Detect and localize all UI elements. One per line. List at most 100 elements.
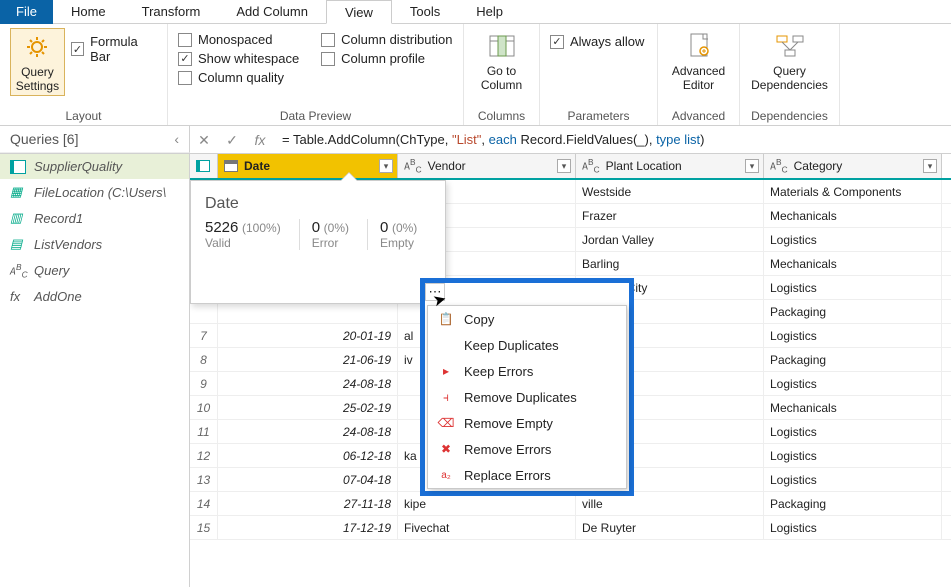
cell-category: Mechanicals (764, 396, 942, 419)
goto-column-button[interactable]: Go to Column (474, 28, 529, 94)
menu-keep-duplicates[interactable]: Keep Duplicates (428, 332, 626, 358)
cell-plant: Frazer (576, 204, 764, 227)
group-columns-title: Columns (474, 107, 529, 125)
table-icon (10, 160, 26, 174)
filter-dropdown-icon[interactable]: ▾ (557, 159, 571, 173)
menu-label: Remove Empty (464, 416, 553, 431)
formula-text[interactable]: = Table.AddColumn(ChType, "List", each R… (274, 132, 951, 148)
group-advanced-title: Advanced (668, 107, 729, 125)
context-menu: 📋Copy Keep Duplicates ▸Keep Errors ⫞Remo… (427, 305, 627, 489)
text-type-icon: ABC (582, 157, 600, 174)
query-dependencies-button[interactable]: Query Dependencies (750, 28, 829, 94)
column-header-plant[interactable]: ABC Plant Location ▾ (576, 154, 764, 178)
remove-duplicates-icon: ⫞ (438, 389, 454, 405)
fx-icon[interactable]: fx (246, 132, 274, 148)
cell-date: 24-08-18 (218, 372, 398, 395)
column-quality-tooltip: Date 5226 (100%)Valid 0 (0%)Error 0 (0%)… (190, 180, 446, 304)
query-settings-label: Query Settings (16, 65, 59, 93)
row-number: 12 (190, 444, 218, 467)
query-item-label: SupplierQuality (34, 159, 122, 174)
cell-category: Logistics (764, 228, 942, 251)
cell-category: Logistics (764, 516, 942, 539)
menu-copy[interactable]: 📋Copy (428, 306, 626, 332)
column-header-vendor[interactable]: ABC Vendor ▾ (398, 154, 576, 178)
row-number: 7 (190, 324, 218, 347)
keep-duplicates-icon (438, 337, 454, 353)
group-parameters-title: Parameters (550, 107, 647, 125)
table-row[interactable]: 1517-12-19FivechatDe RuyterLogistics (190, 516, 951, 540)
ellipsis-icon[interactable]: ⋯ (425, 283, 445, 301)
list-icon: ▤ (10, 236, 26, 252)
tab-tools[interactable]: Tools (392, 0, 458, 24)
cell-date: 27-11-18 (218, 492, 398, 515)
tab-add-column[interactable]: Add Column (218, 0, 326, 24)
tab-transform[interactable]: Transform (124, 0, 219, 24)
tab-file[interactable]: File (0, 0, 53, 24)
cell-date: 07-04-18 (218, 468, 398, 491)
cell-category: Logistics (764, 324, 942, 347)
cell-plant: De Ruyter (576, 516, 764, 539)
column-quality-checkbox[interactable]: Column quality (178, 70, 299, 85)
formula-bar-checkbox[interactable]: Formula Bar (71, 34, 157, 64)
filter-dropdown-icon[interactable]: ▾ (923, 159, 937, 173)
query-item-label: ListVendors (34, 237, 102, 252)
column-quality-label: Column quality (198, 70, 284, 85)
dependency-icon (774, 30, 806, 62)
query-item-supplierquality[interactable]: SupplierQuality (0, 154, 189, 179)
fx-icon: fx (10, 289, 26, 304)
ribbon-body: Query Settings Formula Bar Layout Monosp… (0, 24, 951, 126)
table-icon (196, 160, 210, 172)
menu-label: Copy (464, 312, 494, 327)
cell-category: Packaging (764, 300, 942, 323)
goto-column-label: Go to Column (481, 64, 522, 92)
query-dependencies-label: Query Dependencies (751, 64, 828, 92)
tab-home[interactable]: Home (53, 0, 124, 24)
monospaced-checkbox[interactable]: Monospaced (178, 32, 299, 47)
row-header[interactable] (190, 154, 218, 178)
query-item-listvendors[interactable]: ▤ ListVendors (0, 231, 189, 257)
query-item-record1[interactable]: ▥Record1 (0, 205, 189, 231)
cell-category: Mechanicals (764, 204, 942, 227)
always-allow-checkbox[interactable]: Always allow (550, 34, 647, 49)
filter-dropdown-icon[interactable]: ▾ (745, 159, 759, 173)
menu-replace-errors[interactable]: a₂Replace Errors (428, 462, 626, 488)
query-item-label: Record1 (34, 211, 83, 226)
cell-category: Packaging (764, 348, 942, 371)
menu-remove-empty[interactable]: ⌫Remove Empty (428, 410, 626, 436)
abc-icon: ABC (10, 262, 26, 279)
column-header-label: Vendor (428, 159, 466, 173)
cell-date: 25-02-19 (218, 396, 398, 419)
cell-category: Packaging (764, 492, 942, 515)
column-header-date[interactable]: Date ▾ (218, 154, 398, 178)
query-item-query[interactable]: ABCQuery (0, 257, 189, 284)
menu-label: Keep Duplicates (464, 338, 559, 353)
cell-date: 17-12-19 (218, 516, 398, 539)
column-profile-checkbox[interactable]: Column profile (321, 51, 452, 66)
cell-date: 06-12-18 (218, 444, 398, 467)
text-type-icon: ABC (770, 157, 788, 174)
query-item-addone[interactable]: fxAddOne (0, 284, 189, 309)
menu-remove-duplicates[interactable]: ⫞Remove Duplicates (428, 384, 626, 410)
row-number: 13 (190, 468, 218, 491)
tab-view[interactable]: View (326, 0, 392, 24)
formula-cancel-button[interactable]: ✕ (190, 132, 218, 149)
tab-help[interactable]: Help (458, 0, 521, 24)
column-distribution-label: Column distribution (341, 32, 452, 47)
filter-dropdown-icon[interactable]: ▾ (379, 159, 393, 173)
query-settings-button[interactable]: Query Settings (10, 28, 65, 96)
group-dependencies-title: Dependencies (750, 107, 829, 125)
menu-label: Remove Errors (464, 442, 551, 457)
formula-accept-button[interactable]: ✓ (218, 132, 246, 149)
collapse-queries-icon[interactable]: ‹ (174, 131, 179, 147)
column-header-label: Date (244, 159, 270, 173)
column-header-label: Category (794, 159, 843, 173)
advanced-editor-button[interactable]: Advanced Editor (668, 28, 729, 94)
query-item-filelocation[interactable]: ▦FileLocation (C:\Users\ (0, 179, 189, 205)
show-whitespace-checkbox[interactable]: Show whitespace (178, 51, 299, 66)
menu-remove-errors[interactable]: ✖Remove Errors (428, 436, 626, 462)
row-number: 11 (190, 420, 218, 443)
show-whitespace-label: Show whitespace (198, 51, 299, 66)
column-header-category[interactable]: ABC Category ▾ (764, 154, 942, 178)
menu-keep-errors[interactable]: ▸Keep Errors (428, 358, 626, 384)
column-distribution-checkbox[interactable]: Column distribution (321, 32, 452, 47)
